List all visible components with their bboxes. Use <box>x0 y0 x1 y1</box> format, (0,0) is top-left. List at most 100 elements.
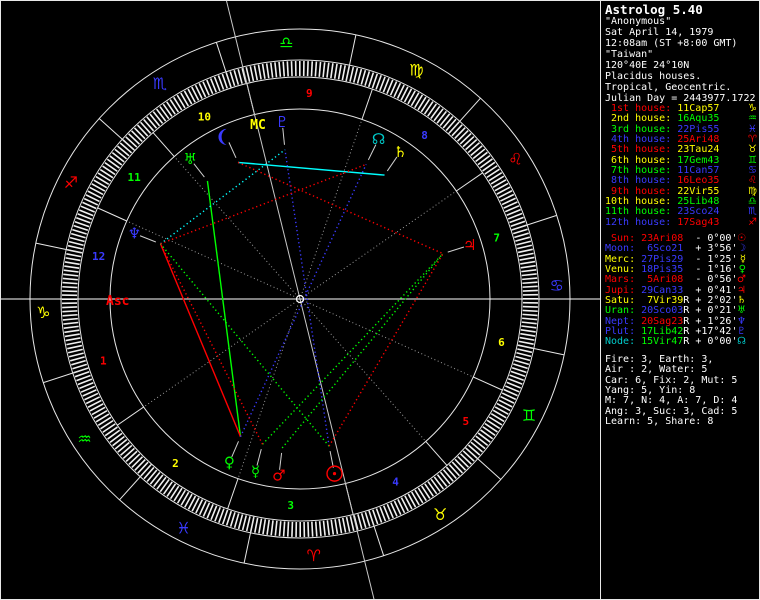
aspect-mars-jupiter <box>281 253 444 449</box>
house-label: 10th house: <box>605 196 678 208</box>
planet-velocity: - 0°00' <box>689 233 738 244</box>
planet-position: 20Sag23 <box>641 315 684 327</box>
planet-label: Venu: <box>605 264 642 276</box>
planet-position: 5Ari08 <box>641 274 684 286</box>
planet-position: 17Lib42 <box>641 326 684 338</box>
house-sign-icon: ♑ <box>748 103 757 114</box>
chart-wheel: ☿♀♂♃♄♅♆♇☊123456789101112♈♉♊♋♌♍♎♏♐♑♒♓AscM… <box>0 0 600 600</box>
aspect-moon-jupiter <box>237 161 444 255</box>
moon-icon <box>218 128 227 145</box>
capricorn-icon: ♑ <box>36 303 50 322</box>
planet-velocity: + 2°02' <box>689 295 738 307</box>
leo-icon: ♌ <box>508 149 522 168</box>
house-sign-icon: ♈ <box>748 134 757 146</box>
taurus-icon: ♉ <box>433 505 447 524</box>
house-sign-icon: ♋ <box>748 165 757 177</box>
planet-label: Plut: <box>605 326 642 338</box>
house-sign-icon: ♏ <box>748 206 757 218</box>
planet-label: Sun: <box>605 233 642 244</box>
pointer-moon <box>228 142 237 159</box>
mercury-icon: ☿ <box>251 462 260 480</box>
house-sign-icon: ♍ <box>748 185 757 197</box>
chart-time: 12:08am (ST +8:00 GMT) <box>605 38 738 49</box>
birth-info: Astrolog 5.40 "Anonymous" Sat April 14, … <box>605 3 760 104</box>
aries-icon: ♈ <box>307 546 321 565</box>
house-number-2: 2 <box>172 457 179 470</box>
house-number-8: 8 <box>421 129 428 142</box>
house-number-3: 3 <box>287 499 294 512</box>
planet-position: 6Sco21 <box>641 243 684 255</box>
house-position: 22Pis55 <box>677 123 720 135</box>
planet-position: 20Sco03 <box>641 305 684 317</box>
house-number-6: 6 <box>498 336 505 349</box>
planet-velocity: + 0°41' <box>689 284 738 296</box>
house-sign-icon: ♐ <box>748 216 757 228</box>
pluto-icon: ♇ <box>275 113 288 131</box>
aspect-sun-jupiter <box>328 253 444 447</box>
mars-icon: ♂ <box>272 467 285 485</box>
planet-label: Nept: <box>605 315 642 327</box>
house-number-5: 5 <box>463 415 470 428</box>
planet-position: 29Can33 <box>641 284 684 296</box>
house-number-12: 12 <box>92 250 105 263</box>
house-label: 8th house: <box>605 175 678 187</box>
stat-learn-share: Learn: 5, Share: 8 <box>605 416 714 428</box>
house-position: 22Vir55 <box>677 185 720 197</box>
saturn-icon: ♄ <box>394 143 407 161</box>
planet-velocity: + 0°00' <box>689 336 738 348</box>
house-number-11: 11 <box>128 171 142 184</box>
house-label: 12th house: <box>605 216 678 228</box>
node-icon: ☊ <box>372 130 385 148</box>
planet-label: Mars: <box>605 274 642 286</box>
pointer-jupiter <box>447 246 465 253</box>
neptune-icon: ♆ <box>128 225 141 243</box>
house-sign-icon: ♊ <box>748 154 757 166</box>
planet-position: 27Pis29 <box>641 253 684 265</box>
planets-table: Sun: 23Ari08 - 0°00' ☉ Moon: 6Sco21 + 3°56… <box>605 233 760 348</box>
house-number-4: 4 <box>392 475 399 488</box>
planet-position: 23Ari08 <box>641 233 684 244</box>
planet-label: Jupi: <box>605 284 642 296</box>
house-row-12: 12th house: 17Sag43 ♐ <box>605 216 760 228</box>
house-label: 4th house: <box>605 134 678 146</box>
aspect-moon-saturn <box>237 161 385 176</box>
planet-velocity: - 0°56' <box>689 274 738 286</box>
house-label: 7th house: <box>605 165 678 177</box>
house-position: 17Sag43 <box>677 216 720 228</box>
chart-coordinates: 120°40E 24°10N <box>605 60 690 71</box>
house-position: 16Leo35 <box>677 175 720 187</box>
venus-icon: ♀ <box>224 453 235 471</box>
aspect-mercury-jupiter <box>262 253 444 445</box>
mc-ic-axis <box>225 0 375 600</box>
house-sign-icon: ♉ <box>748 144 757 156</box>
chart-name: "Anonymous" <box>605 16 672 27</box>
house-position: 11Cap57 <box>677 103 720 114</box>
planet-label: Merc: <box>605 253 642 265</box>
house-position: 23Sco24 <box>677 206 720 218</box>
house-sign-icon: ♓ <box>748 123 757 135</box>
house-label: 9th house: <box>605 185 678 197</box>
planet-icon: ☿ <box>739 253 746 265</box>
planet-position: 15Vir47 <box>641 336 684 348</box>
scorpio-icon: ♏ <box>153 74 167 93</box>
planet-velocity: +17°42' <box>689 326 738 338</box>
planet-velocity: - 1°16' <box>689 264 738 276</box>
planet-icon: ♅ <box>737 305 746 317</box>
libra-icon: ♎ <box>279 33 293 52</box>
planet-label: Uran: <box>605 305 642 317</box>
element-stats: Fire: 3, Earth: 3, Air : 2, Water: 5 Car… <box>605 354 760 428</box>
house-position: 11Can57 <box>677 165 720 177</box>
chart-place: "Taiwan" <box>605 49 654 60</box>
planet-icon: ♆ <box>737 315 746 327</box>
houses-table: 1st house: 11Cap57 ♑ 2nd house: 16Aqu35 ♒ … <box>605 103 760 228</box>
planet-icon: ☊ <box>737 336 746 348</box>
house-label: 11th house: <box>605 206 678 218</box>
planet-icon: ♃ <box>737 284 746 296</box>
planet-label: Node: <box>605 336 642 348</box>
asc-label: Asc <box>106 294 129 309</box>
planet-label: Moon: <box>605 243 642 255</box>
house-sign-icon: ♒ <box>748 113 757 125</box>
aspect-mercury-neptune <box>159 243 264 445</box>
planet-icon: ♀ <box>738 264 746 276</box>
house-sign-icon: ♌ <box>748 175 757 187</box>
